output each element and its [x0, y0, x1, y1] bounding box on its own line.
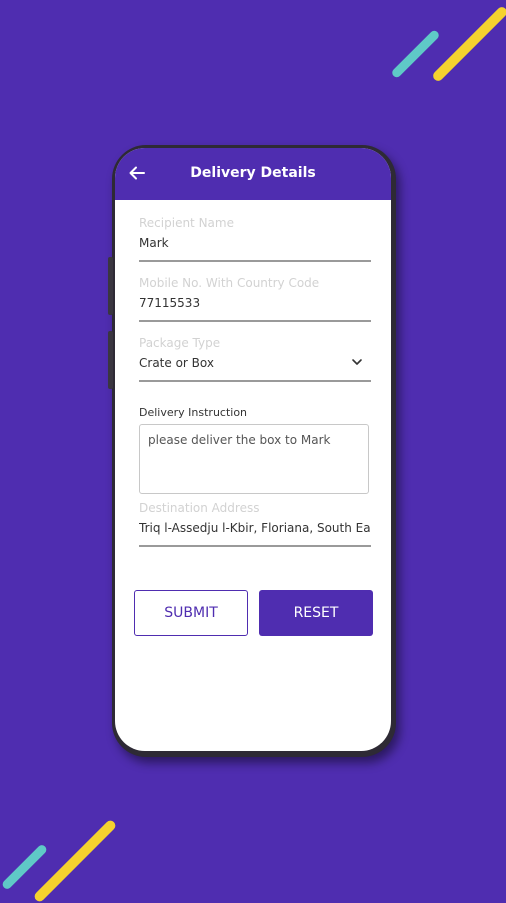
- recipient-name-label: Recipient Name: [139, 216, 234, 230]
- phone-frame: Delivery Details Recipient Name Mark Mob…: [108, 145, 396, 757]
- field-underline: [139, 260, 371, 262]
- phone-side-button: [108, 257, 113, 315]
- delivery-instruction-label: Delivery Instruction: [139, 406, 248, 419]
- decor-stripe-teal-bottom: [0, 843, 49, 891]
- destination-address-field[interactable]: Destination Address Triq l-Assedju l-Kbi…: [139, 501, 371, 547]
- mobile-number-label: Mobile No. With Country Code: [139, 276, 320, 290]
- field-underline: [139, 545, 371, 547]
- chevron-down-icon[interactable]: [351, 356, 363, 368]
- mobile-number-input[interactable]: 77115533: [139, 296, 371, 310]
- destination-address-label: Destination Address: [139, 501, 260, 515]
- reset-button[interactable]: RESET: [259, 590, 373, 636]
- field-underline: [139, 320, 371, 322]
- package-type-select[interactable]: Package Type Crate or Box: [139, 336, 371, 382]
- recipient-name-input[interactable]: Mark: [139, 236, 371, 250]
- page-title: Delivery Details: [190, 165, 316, 181]
- recipient-name-field[interactable]: Recipient Name Mark: [139, 216, 371, 262]
- decor-stripe-teal: [390, 28, 441, 80]
- phone-side-button: [108, 331, 113, 389]
- package-type-value[interactable]: Crate or Box: [139, 356, 371, 370]
- destination-address-input[interactable]: Triq l-Assedju l-Kbir, Floriana, South E…: [139, 521, 371, 535]
- app-bar: Delivery Details: [115, 148, 391, 200]
- field-underline: [139, 380, 371, 382]
- phone-screen: Delivery Details Recipient Name Mark Mob…: [115, 148, 391, 751]
- decor-stripe-yellow: [431, 5, 506, 83]
- decor-stripe-yellow-bottom: [32, 818, 118, 903]
- mobile-number-field[interactable]: Mobile No. With Country Code 77115533: [139, 276, 371, 322]
- submit-button[interactable]: SUBMIT: [134, 590, 248, 636]
- package-type-label: Package Type: [139, 336, 221, 350]
- delivery-instruction-textarea[interactable]: please deliver the box to Mark: [139, 424, 369, 494]
